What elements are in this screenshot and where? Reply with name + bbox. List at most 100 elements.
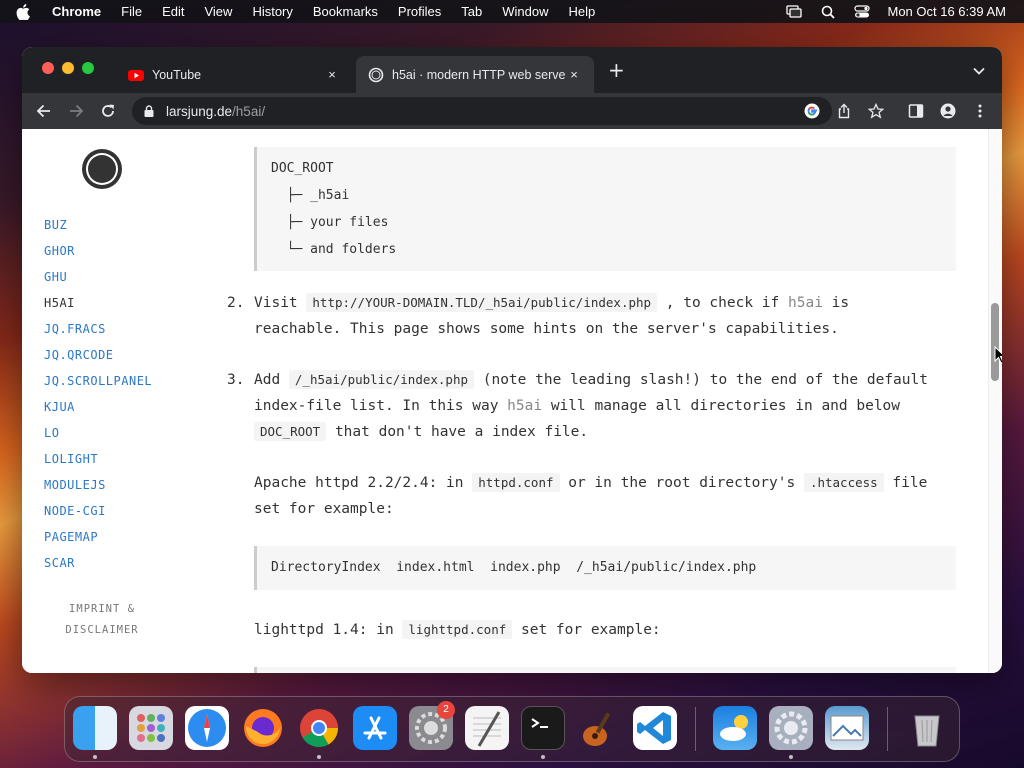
nav-item-h5ai[interactable]: H5AI — [44, 294, 204, 320]
textedit-icon[interactable] — [465, 706, 509, 750]
more-menu-icon[interactable] — [972, 103, 988, 119]
profile-avatar-icon[interactable] — [940, 103, 956, 119]
new-tab-button[interactable]: + — [608, 60, 625, 80]
scrollbar-thumb[interactable] — [991, 303, 999, 381]
menu-profiles[interactable]: Profiles — [398, 4, 441, 19]
nav-link[interactable]: JQ.QRCODE — [44, 348, 114, 362]
terminal-icon[interactable] — [521, 706, 565, 750]
lock-icon[interactable] — [142, 104, 156, 118]
nav-item-lolight[interactable]: LOLIGHT — [44, 450, 204, 476]
site-logo-icon[interactable] — [80, 147, 124, 191]
mouse-cursor-icon — [994, 345, 1002, 364]
browser-toolbar: larsjung.de/h5ai/ — [22, 93, 1002, 129]
control-center-icon[interactable] — [853, 5, 871, 19]
system-settings-icon[interactable] — [769, 706, 813, 750]
nav-link[interactable]: GHOR — [44, 244, 75, 258]
htaccess-code: .htaccess — [803, 473, 884, 492]
app-store-icon[interactable] — [353, 706, 397, 750]
zoom-window-button[interactable] — [82, 62, 94, 74]
text: set for example: — [512, 622, 661, 638]
bookmark-star-icon[interactable] — [867, 102, 885, 119]
nav-item-jq-fracs[interactable]: JQ.FRACS — [44, 320, 204, 346]
menu-bar: Chrome File Edit View History Bookmarks … — [0, 0, 1024, 23]
garageband-icon[interactable] — [577, 706, 621, 750]
nav-link[interactable]: JQ.SCROLLPANEL — [44, 374, 152, 388]
close-tab-icon[interactable]: × — [566, 67, 582, 82]
nav-link[interactable]: GHU — [44, 270, 67, 284]
vscode-icon[interactable] — [633, 706, 677, 750]
menu-edit[interactable]: Edit — [162, 4, 184, 19]
tab-h5ai[interactable]: h5ai · modern HTTP web serve × — [356, 56, 594, 93]
nav-link[interactable]: MODULEJS — [44, 478, 106, 492]
reload-icon[interactable] — [100, 103, 116, 119]
nav-link[interactable]: NODE-CGI — [44, 504, 106, 518]
nav-item-lo[interactable]: LO — [44, 424, 204, 450]
tab-youtube[interactable]: YouTube × — [116, 56, 352, 93]
nav-link[interactable]: LO — [44, 426, 59, 440]
menu-help[interactable]: Help — [569, 4, 596, 19]
index-php-code: /_h5ai/public/index.php — [288, 370, 475, 389]
text: lighttpd 1.4: in — [254, 622, 403, 638]
nav-item-buz[interactable]: BUZ — [44, 216, 204, 242]
window-controls — [42, 62, 94, 74]
minimize-window-button[interactable] — [62, 62, 74, 74]
trash-icon[interactable] — [905, 706, 949, 750]
menu-clock[interactable]: Mon Oct 16 6:39 AM — [887, 4, 1006, 19]
lighttpd-config-code — [254, 667, 956, 673]
imprint-link[interactable]: IMPRINT & DISCLAIMER — [48, 599, 156, 641]
nav-item-node-cgi[interactable]: NODE-CGI — [44, 502, 204, 528]
tab-search-chevron-icon[interactable] — [972, 63, 986, 77]
menu-app-chrome[interactable]: Chrome — [52, 4, 101, 19]
google-icon[interactable] — [804, 103, 820, 119]
apple-icon[interactable] — [16, 0, 36, 23]
close-tab-icon[interactable]: × — [324, 67, 340, 82]
dock-separator — [887, 707, 888, 751]
launchpad-icon[interactable] — [129, 706, 173, 750]
text: Apache httpd 2.2/2.4: in — [254, 475, 473, 491]
address-bar[interactable]: larsjung.de/h5ai/ — [132, 97, 832, 125]
forward-arrow-icon[interactable] — [68, 103, 84, 119]
nav-item-ghu[interactable]: GHU — [44, 268, 204, 294]
menu-history[interactable]: History — [252, 4, 292, 19]
close-window-button[interactable] — [42, 62, 54, 74]
tab-title: YouTube — [152, 67, 202, 82]
preview-icon[interactable] — [825, 706, 869, 750]
nav-item-kjua[interactable]: KJUA — [44, 398, 204, 424]
nav-link[interactable]: JQ.FRACS — [44, 322, 106, 336]
url-host: larsjung.de — [166, 103, 233, 119]
nav-item-pagemap[interactable]: PAGEMAP — [44, 528, 204, 554]
nav-link[interactable]: KJUA — [44, 400, 75, 414]
dock-separator — [695, 707, 696, 751]
page-scrollbar[interactable] — [988, 129, 1002, 673]
firefox-icon[interactable] — [241, 706, 285, 750]
nav-link[interactable]: BUZ — [44, 218, 67, 232]
nav-item-jq-qrcode[interactable]: JQ.QRCODE — [44, 346, 204, 372]
doc-root-code: DOC_ROOT — [254, 422, 327, 441]
nav-item-modulejs[interactable]: MODULEJS — [44, 476, 204, 502]
menu-view[interactable]: View — [204, 4, 232, 19]
youtube-icon — [128, 67, 144, 83]
finder-icon[interactable] — [73, 706, 117, 750]
nav-item-scar[interactable]: SCAR — [44, 554, 204, 580]
nav-link[interactable]: PAGEMAP — [44, 530, 98, 544]
share-icon[interactable] — [836, 103, 852, 119]
nav-link[interactable]: H5AI — [44, 296, 75, 310]
screen-mirroring-icon[interactable] — [785, 5, 803, 19]
side-panel-icon[interactable] — [908, 103, 924, 119]
back-arrow-icon[interactable] — [36, 103, 52, 119]
check-url-code: http://YOUR-DOMAIN.TLD/_h5ai/public/inde… — [306, 293, 658, 312]
nav-link[interactable]: SCAR — [44, 556, 75, 570]
tab-title: h5ai · modern HTTP web serve — [392, 67, 566, 82]
nav-link[interactable]: LOLIGHT — [44, 452, 98, 466]
safari-icon[interactable] — [185, 706, 229, 750]
menu-window[interactable]: Window — [502, 4, 548, 19]
nav-item-jq-scrollpanel[interactable]: JQ.SCROLLPANEL — [44, 372, 204, 398]
weather-icon[interactable] — [713, 706, 757, 750]
spotlight-search-icon[interactable] — [819, 5, 837, 19]
menu-bookmarks[interactable]: Bookmarks — [313, 4, 378, 19]
imprint-line: IMPRINT & — [69, 603, 135, 615]
menu-tab[interactable]: Tab — [461, 4, 482, 19]
chrome-icon[interactable] — [297, 706, 341, 750]
menu-file[interactable]: File — [121, 4, 142, 19]
nav-item-ghor[interactable]: GHOR — [44, 242, 204, 268]
